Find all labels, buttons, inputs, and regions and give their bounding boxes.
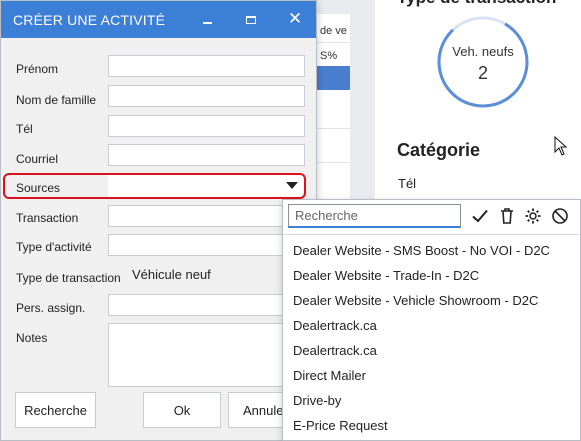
prenom-field[interactable] xyxy=(108,55,305,77)
search-button[interactable]: Recherche xyxy=(15,392,96,428)
activity-type-field[interactable] xyxy=(108,234,305,256)
ok-button[interactable]: Ok xyxy=(143,392,221,428)
dialog-titlebar[interactable]: CRÉER UNE ACTIVITÉ ✕ xyxy=(1,1,316,38)
dropdown-option[interactable]: Dealer Website - Trade-In - D2C xyxy=(293,268,479,283)
nom-field[interactable] xyxy=(108,85,305,107)
dropdown-divider xyxy=(284,234,579,235)
donut-label: Veh. neufs xyxy=(452,44,514,59)
transaction-label: Transaction xyxy=(16,211,79,225)
dropdown-option[interactable]: Direct Mailer xyxy=(293,368,366,383)
donut-value: 2 xyxy=(477,63,488,83)
table-header: S% xyxy=(320,50,338,62)
prenom-label: Prénom xyxy=(16,62,59,76)
transaction-donut-chart xyxy=(437,16,529,108)
gear-icon[interactable] xyxy=(524,207,542,225)
table-row-selected[interactable] xyxy=(316,66,350,90)
tel-field[interactable] xyxy=(108,115,305,137)
background-table xyxy=(316,14,350,214)
ban-icon[interactable] xyxy=(551,207,569,225)
transaction-field[interactable] xyxy=(108,205,305,227)
table-divider xyxy=(316,128,350,129)
nom-label: Nom de famille xyxy=(16,93,97,107)
transaction-type-select[interactable]: Véhicule neuf xyxy=(132,267,211,282)
courriel-label: Courriel xyxy=(16,152,59,166)
create-activity-dialog: CRÉER UNE ACTIVITÉ ✕ Prénom Nom de famil… xyxy=(0,0,317,441)
notes-field[interactable] xyxy=(108,323,305,387)
dropdown-option[interactable]: E-Price Request xyxy=(293,418,388,433)
check-icon[interactable] xyxy=(471,207,489,225)
table-divider xyxy=(316,162,350,163)
notes-label: Notes xyxy=(16,331,48,345)
transaction-type-label: Type de transaction xyxy=(16,271,121,285)
category-row-label: Tél xyxy=(398,176,417,191)
dialog-title: CRÉER UNE ACTIVITÉ xyxy=(13,12,166,28)
dropdown-option[interactable]: Drive-by xyxy=(293,393,341,408)
dropdown-option[interactable]: Dealertrack.ca xyxy=(293,318,377,333)
activity-type-label: Type d'activité xyxy=(16,240,92,254)
category-title: Catégorie xyxy=(397,140,481,160)
trash-icon[interactable] xyxy=(498,207,516,225)
assigned-person-field[interactable] xyxy=(108,294,305,316)
minimize-icon[interactable] xyxy=(194,7,220,31)
close-icon[interactable]: ✕ xyxy=(282,7,308,31)
dropdown-option[interactable]: Dealer Website - SMS Boost - No VOI - D2… xyxy=(293,243,550,258)
maximize-icon[interactable] xyxy=(238,7,264,31)
dropdown-option[interactable]: Dealer Website - Vehicle Showroom - D2C xyxy=(293,293,538,308)
cursor-icon xyxy=(554,136,568,156)
courriel-field[interactable] xyxy=(108,144,305,166)
table-divider xyxy=(316,42,350,43)
dropdown-option[interactable]: Dealertrack.ca xyxy=(293,343,377,358)
sources-highlight xyxy=(3,173,306,199)
table-header: de ve xyxy=(320,25,347,37)
dropdown-search[interactable] xyxy=(288,204,461,228)
transaction-type-title: Type de transaction xyxy=(397,0,556,8)
assigned-person-label: Pers. assign. xyxy=(16,301,86,315)
dropdown-search-input[interactable] xyxy=(289,205,460,226)
tel-label: Tél xyxy=(16,122,33,136)
